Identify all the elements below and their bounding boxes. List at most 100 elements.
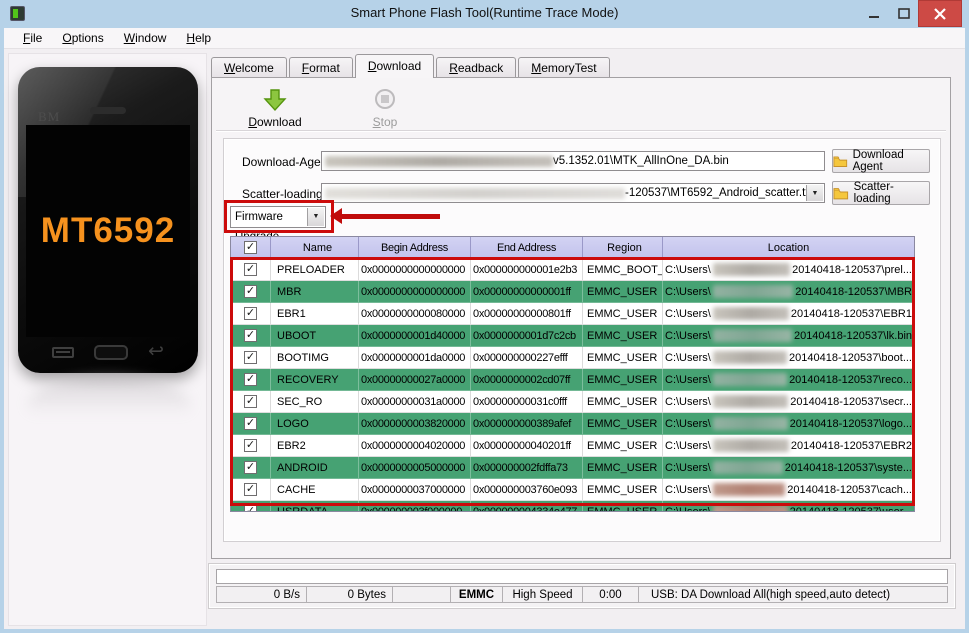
row-checkbox[interactable]: ✓ [231, 369, 271, 390]
redacted-path-blur [712, 263, 791, 276]
end-address: 0x000000003760e093 [471, 479, 583, 500]
location: C:\Users\ 20140418-120537\boot... [665, 351, 912, 364]
tab-readback[interactable]: Readback [436, 57, 517, 78]
row-checkbox[interactable]: ✓ [231, 303, 271, 324]
checkbox-check-icon: ✓ [244, 417, 257, 430]
download-agent-field[interactable]: v5.1352.01\MTK_AllInOne_DA.bin [321, 151, 825, 171]
row-checkbox[interactable]: ✓ [231, 281, 271, 302]
begin-address: 0x0000000037000000 [359, 479, 471, 500]
table-header-row: ✓ Name Begin Address End Address Region … [231, 237, 914, 259]
table-row[interactable]: ✓ PRELOADER 0x0000000000000000 0x0000000000… [231, 259, 914, 281]
table-row[interactable]: ✓ RECOVERY 0x00000000027a0000 0x0000000002c… [231, 369, 914, 391]
redacted-path-blur [325, 187, 625, 199]
header-region: Region [583, 237, 663, 258]
table-row[interactable]: ✓ EBR1 0x0000000000080000 0x00000000000801f… [231, 303, 914, 325]
location: C:\Users\ 20140418-120537\EBR1 [665, 307, 912, 320]
row-checkbox[interactable]: ✓ [231, 501, 271, 511]
tab-memorytest[interactable]: MemoryTest [518, 57, 610, 78]
phone-nav-buttons: ↩ [18, 339, 198, 365]
row-checkbox[interactable]: ✓ [231, 435, 271, 456]
checkbox-check-icon: ✓ [244, 329, 257, 342]
phone-image: BM MT6592 ↩ [18, 67, 198, 373]
end-address: 0x0000000002cd07ff [471, 369, 583, 390]
location: C:\Users\ 20140418-120537\lk.bin [665, 329, 912, 342]
row-checkbox[interactable]: ✓ [231, 391, 271, 412]
partition-name: RECOVERY [271, 369, 359, 390]
download-arrow-icon [240, 88, 310, 112]
menu-window[interactable]: Window [115, 29, 176, 47]
phone-menu-icon [52, 346, 74, 358]
redacted-path-blur [712, 395, 789, 408]
begin-address: 0x0000000000000000 [359, 259, 471, 280]
tab-format[interactable]: Format [288, 57, 353, 78]
maximize-button[interactable] [892, 0, 916, 27]
row-checkbox[interactable]: ✓ [231, 479, 271, 500]
header-end-address: End Address [471, 237, 583, 258]
table-row[interactable]: ✓ BOOTIMG 0x0000000001da0000 0x000000000227… [231, 347, 914, 369]
row-checkbox[interactable]: ✓ [231, 259, 271, 280]
download-agent-browse-button[interactable]: Download Agent [832, 149, 930, 173]
region: EMMC_USER [583, 479, 663, 500]
scatter-loading-browse-button[interactable]: Scatter-loading [832, 181, 930, 205]
row-checkbox[interactable]: ✓ [231, 347, 271, 368]
menu-help[interactable]: Help [177, 29, 220, 47]
menu-file[interactable]: File [14, 29, 51, 47]
status-storage-type: EMMC [451, 587, 503, 602]
stop-button[interactable]: Stop [350, 88, 420, 129]
checkbox-check-icon: ✓ [244, 483, 257, 496]
redacted-path-blur [712, 285, 794, 298]
table-row[interactable]: ✓ EBR2 0x0000000004020000 0x00000000040201f… [231, 435, 914, 457]
table-row[interactable]: ✓ SEC_RO 0x00000000031a0000 0x00000000031c0… [231, 391, 914, 413]
table-row[interactable]: ✓ UBOOT 0x0000000001d40000 0x0000000001d7c2… [231, 325, 914, 347]
status-elapsed-time: 0:00 [583, 587, 639, 602]
table-row[interactable]: ✓ CACHE 0x0000000037000000 0x000000003760e0… [231, 479, 914, 501]
row-checkbox[interactable]: ✓ [231, 457, 271, 478]
begin-address: 0x0000000001da0000 [359, 347, 471, 368]
minimize-button[interactable] [862, 0, 886, 27]
menu-options[interactable]: Options [53, 29, 112, 47]
header-name: Name [271, 237, 359, 258]
begin-address: 0x00000000027a0000 [359, 369, 471, 390]
checkbox-check-icon: ✓ [244, 241, 257, 254]
minimize-icon [868, 16, 879, 18]
chevron-down-icon[interactable]: ▼ [307, 208, 324, 226]
checkbox-check-icon: ✓ [244, 263, 257, 276]
end-address: 0x00000000040201ff [471, 435, 583, 456]
chevron-down-icon[interactable]: ▼ [806, 185, 823, 201]
end-address: 0x000000000227efff [471, 347, 583, 368]
select-all-checkbox[interactable]: ✓ [231, 237, 271, 258]
redacted-path-blur [712, 417, 788, 430]
download-button[interactable]: Download [240, 88, 310, 129]
partition-name: UBOOT [271, 325, 359, 346]
close-icon [934, 7, 946, 20]
tabstrip: Welcome Format Download Readback MemoryT… [211, 54, 612, 78]
checkbox-check-icon: ✓ [244, 439, 257, 452]
download-tab-panel: Download Stop Download-Agent v5.1352.01\… [211, 77, 951, 559]
begin-address: 0x000000003f000000 [359, 501, 471, 511]
end-address: 0x00000000031c0fff [471, 391, 583, 412]
table-row[interactable]: ✓ LOGO 0x0000000003820000 0x000000000389afe… [231, 413, 914, 435]
chip-name-label: MT6592 [40, 211, 176, 250]
app-window: Smart Phone Flash Tool(Runtime Trace Mod… [0, 0, 969, 633]
location: C:\Users\ 20140418-120537\logo... [665, 417, 912, 430]
tab-download[interactable]: Download [354, 54, 435, 78]
checkbox-check-icon: ✓ [244, 461, 257, 474]
download-mode-combobox[interactable]: Firmware Upgrade ▼ [230, 206, 326, 243]
status-speed: 0 B/s [217, 587, 307, 602]
location: C:\Users\ 20140418-120537\prel... [665, 263, 912, 276]
scatter-file-combobox[interactable]: -120537\MT6592_Android_scatter.txt ▼ [321, 183, 825, 203]
row-checkbox[interactable]: ✓ [231, 413, 271, 434]
tab-welcome[interactable]: Welcome [211, 57, 287, 78]
table-row[interactable]: ✓ ANDROID 0x0000000005000000 0x000000002fdf… [231, 457, 914, 479]
redacted-path-blur [712, 483, 786, 496]
partition-table[interactable]: ✓ Name Begin Address End Address Region … [230, 236, 915, 512]
annotation-red-arrow-icon [330, 208, 440, 224]
row-checkbox[interactable]: ✓ [231, 325, 271, 346]
begin-address: 0x0000000001d40000 [359, 325, 471, 346]
table-row[interactable]: ✓ MBR 0x0000000000000000 0x00000000000001ff… [231, 281, 914, 303]
end-address: 0x0000000001d7c2cb [471, 325, 583, 346]
region: EMMC_USER [583, 391, 663, 412]
table-row[interactable]: ✓ USRDATA 0x000000003f000000 0x000000004334… [231, 501, 914, 511]
close-button[interactable] [918, 0, 962, 27]
begin-address: 0x0000000004020000 [359, 435, 471, 456]
